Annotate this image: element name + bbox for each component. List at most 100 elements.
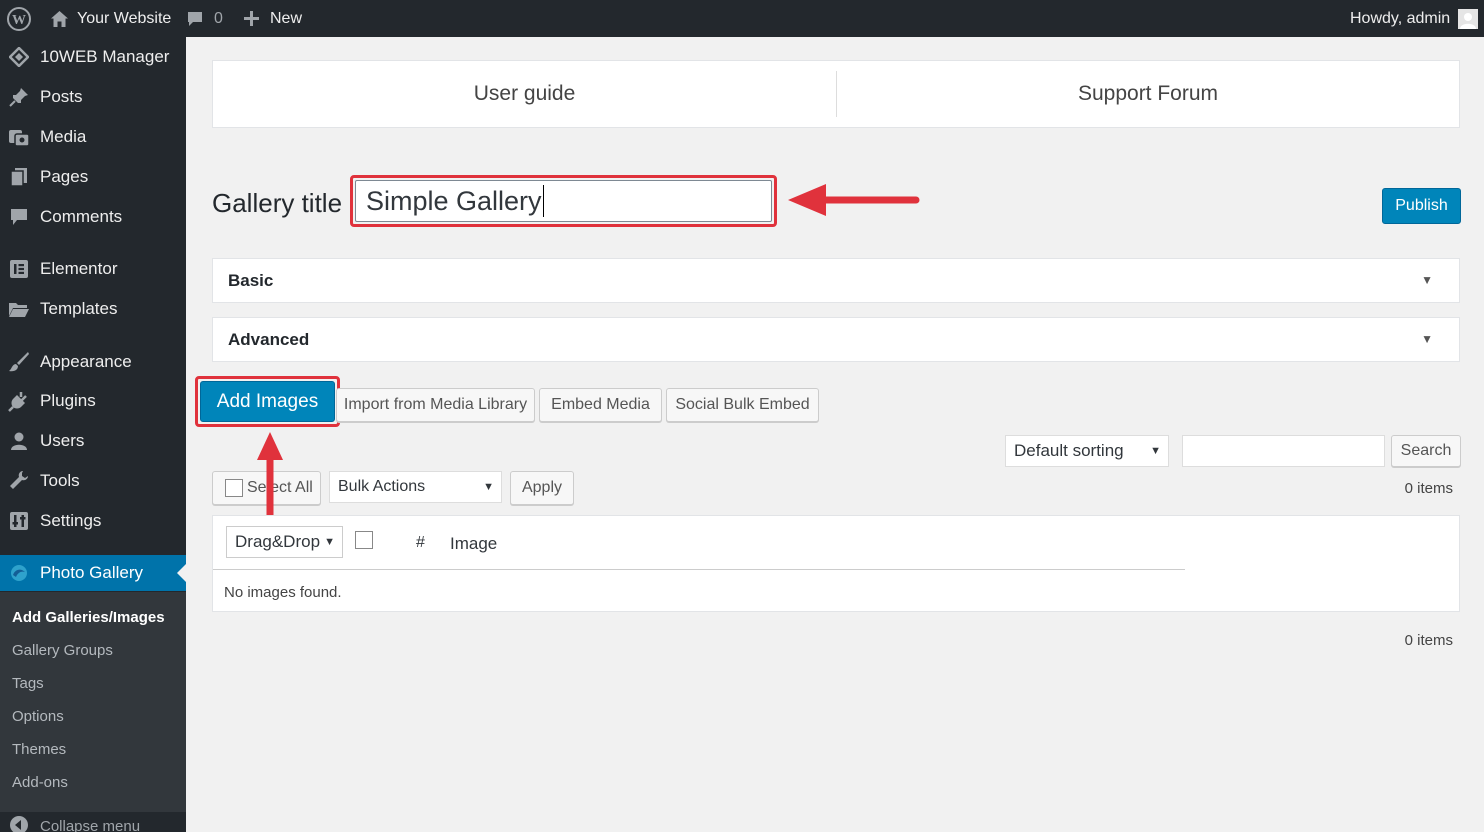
select-all-checkbox[interactable] [225,479,243,497]
submenu-item-add-ons[interactable]: Add-ons [12,774,68,791]
sidebar-item-label: Photo Gallery [40,563,143,582]
folder-icon [8,298,30,320]
advanced-section-label: Advanced [228,330,310,349]
items-count-bottom: 0 items [1404,632,1453,649]
sidebar-item-settings[interactable]: Settings [0,503,186,539]
sidebar-item-label: Plugins [40,391,96,410]
gallery-title-input[interactable]: Simple Gallery [355,180,772,222]
gallery-title-label: Gallery title [212,188,343,218]
sidebar-item-comments[interactable]: Comments [0,199,186,235]
sidebar-item-label: Media [40,127,87,146]
pages-icon [8,166,30,188]
svg-text:W: W [12,13,26,28]
basic-section-label: Basic [228,271,274,290]
highlight-arrow-up [257,432,283,524]
advanced-section-header[interactable]: Advanced ▼ [212,317,1460,362]
caret-down-icon: ▼ [483,481,494,493]
sidebar-item-plugins[interactable]: Plugins [0,383,186,419]
caret-down-icon: ▼ [324,536,335,548]
submenu-item-add-galleries[interactable]: Add Galleries/Images [12,609,165,626]
comments-link[interactable]: 0 [186,0,223,37]
basic-section-header[interactable]: Basic ▼ [212,258,1460,303]
paintbrush-icon [8,351,30,373]
sidebar-item-label: Posts [40,87,83,106]
apply-button[interactable]: Apply [510,471,574,505]
sidebar-item-label: Users [40,431,85,450]
table-select-checkbox[interactable] [355,531,373,549]
chevron-down-icon: ▼ [1421,332,1433,346]
sidebar-item-templates[interactable]: Templates [0,291,186,327]
sidebar-item-label: Settings [40,511,102,530]
sidebar-item-elementor[interactable]: Elementor [0,251,186,287]
settings-icon [8,510,30,532]
avatar-icon [1458,8,1479,29]
images-table: Drag&Drop ▼ # Image No images found. [212,515,1460,612]
column-image: Image [450,534,498,553]
comment-icon [8,206,30,228]
admin-bar: W Your Website 0 New Howdy, admin [0,0,1484,37]
account-menu[interactable]: Howdy, admin [1350,0,1479,37]
empty-message: No images found. [224,584,342,601]
sidebar-item-label: Comments [40,207,123,226]
caret-down-icon: ▼ [1150,445,1161,457]
pushpin-icon [8,86,30,108]
add-images-button[interactable]: Add Images [200,381,335,422]
embed-media-button[interactable]: Embed Media [539,388,662,422]
comments-count: 0 [214,9,223,27]
text-cursor [542,185,545,217]
site-name-label: Your Website [77,9,172,27]
elementor-icon [8,258,30,280]
media-icon [8,126,30,148]
sidebar-item-label: 10WEB Manager [40,47,170,66]
sidebar-item-posts[interactable]: Posts [0,79,186,115]
sidebar-item-appearance[interactable]: Appearance [0,344,186,380]
collapse-menu-button[interactable]: Collapse menu [0,812,186,832]
publish-button[interactable]: Publish [1382,188,1461,224]
sorting-select[interactable]: Default sorting ▼ [1005,435,1169,467]
howdy-label: Howdy, admin [1350,9,1451,27]
highlight-arrow-left [788,184,920,216]
bulk-actions-value: Bulk Actions [338,478,426,495]
sidebar-item-label: Templates [40,299,118,318]
table-header-divider [213,569,1185,570]
import-media-library-button[interactable]: Import from Media Library [336,388,535,422]
sidebar-item-media[interactable]: Media [0,119,186,155]
search-input[interactable] [1182,435,1385,467]
column-hash: # [416,534,425,551]
sidebar-item-photo-gallery[interactable]: Photo Gallery [0,555,186,591]
chevron-down-icon: ▼ [1421,273,1433,287]
gallery-title-value: Simple Gallery [366,185,542,216]
sidebar-item-users[interactable]: Users [0,423,186,459]
photo-gallery-icon [8,562,30,584]
plus-icon [243,10,260,27]
submenu-item-tags[interactable]: Tags [12,675,44,692]
submenu-item-options[interactable]: Options [12,708,64,725]
items-count-top: 0 items [1404,480,1453,497]
sidebar-item-tools[interactable]: Tools [0,463,186,499]
home-icon [50,10,69,28]
user-guide-link[interactable]: User guide [213,61,836,127]
wordpress-logo-icon[interactable]: W [6,0,32,37]
users-icon [8,430,30,452]
sidebar-item-pages[interactable]: Pages [0,159,186,195]
new-content-link[interactable]: New [243,0,302,37]
site-name-link[interactable]: Your Website [50,0,171,37]
collapse-menu-label: Collapse menu [40,818,141,832]
collapse-icon [8,814,30,832]
submenu-item-gallery-groups[interactable]: Gallery Groups [12,642,113,659]
support-forum-link[interactable]: Support Forum [837,61,1459,127]
sidebar-item-10web-manager[interactable]: 10WEB Manager [0,39,186,75]
comment-bubble-icon [186,10,204,28]
bulk-actions-select[interactable]: Bulk Actions ▼ [329,471,502,503]
plug-icon [8,390,30,412]
order-select[interactable]: Drag&Drop ▼ [226,526,343,558]
sidebar-item-label: Tools [40,471,80,490]
new-label: New [270,9,303,27]
sidebar-item-label: Elementor [40,259,118,278]
submenu-item-themes[interactable]: Themes [12,741,66,758]
sidebar-item-label: Appearance [40,352,132,371]
social-bulk-embed-button[interactable]: Social Bulk Embed [666,388,819,422]
order-value: Drag&Drop [235,532,321,551]
wrench-icon [8,470,30,492]
search-button[interactable]: Search [1391,435,1461,467]
